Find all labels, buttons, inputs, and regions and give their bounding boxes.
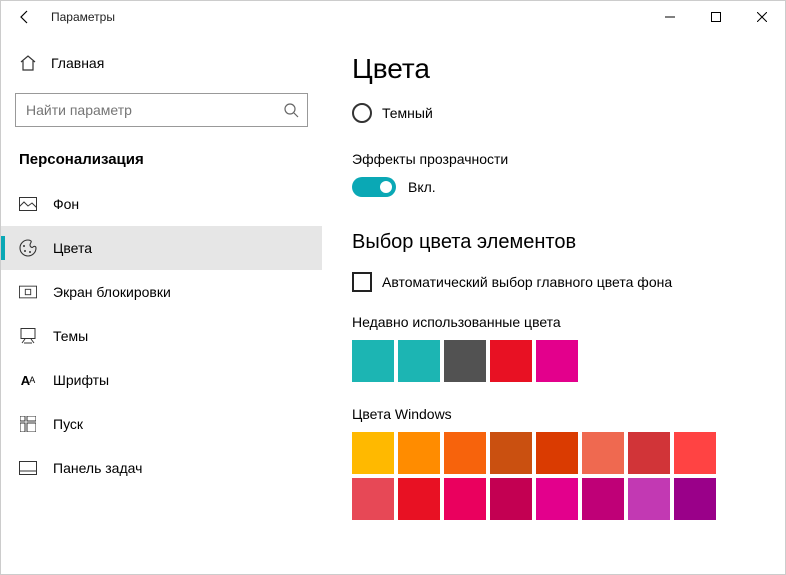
color-swatch[interactable] (490, 340, 532, 382)
sidebar-item-label: Цвета (53, 240, 92, 256)
sidebar-item-label: Фон (53, 196, 79, 212)
color-swatch[interactable] (674, 478, 716, 520)
toggle-state-label: Вкл. (408, 179, 436, 195)
color-swatch[interactable] (444, 432, 486, 474)
color-swatch[interactable] (674, 432, 716, 474)
color-swatch[interactable] (352, 432, 394, 474)
sidebar-home-label: Главная (51, 55, 104, 71)
accent-section-title: Выбор цвета элементов (352, 231, 785, 254)
theme-dark-radio[interactable]: Темный (352, 103, 785, 123)
search-input[interactable] (26, 102, 283, 118)
maximize-button[interactable] (693, 1, 739, 33)
sidebar-home[interactable]: Главная (1, 43, 322, 83)
taskbar-icon (19, 459, 37, 477)
page-title: Цвета (352, 53, 785, 85)
color-swatch[interactable] (628, 478, 670, 520)
color-swatch[interactable] (352, 478, 394, 520)
start-icon (19, 415, 37, 433)
search-box[interactable] (15, 93, 308, 127)
fonts-icon: AA (19, 371, 37, 389)
home-icon (19, 54, 37, 72)
windows-colors-label: Цвета Windows (352, 406, 785, 422)
color-swatch[interactable] (352, 340, 394, 382)
color-swatch[interactable] (582, 432, 624, 474)
color-swatch[interactable] (444, 478, 486, 520)
sidebar-category-title: Персонализация (1, 127, 322, 182)
sidebar-item-background[interactable]: Фон (1, 182, 322, 226)
windows-colors-row2 (352, 478, 785, 520)
search-icon (283, 102, 299, 118)
transparency-label: Эффекты прозрачности (352, 151, 785, 167)
sidebar-item-label: Экран блокировки (53, 284, 171, 300)
color-swatch[interactable] (582, 478, 624, 520)
color-swatch[interactable] (490, 432, 532, 474)
transparency-toggle[interactable] (352, 177, 396, 197)
color-swatch[interactable] (536, 432, 578, 474)
sidebar-item-label: Шрифты (53, 372, 109, 388)
recent-colors-row (352, 340, 785, 382)
back-button[interactable] (1, 1, 49, 33)
color-swatch[interactable] (628, 432, 670, 474)
close-button[interactable] (739, 1, 785, 33)
sidebar-item-label: Темы (53, 328, 88, 344)
color-swatch[interactable] (398, 478, 440, 520)
sidebar-item-lockscreen[interactable]: Экран блокировки (1, 270, 322, 314)
sidebar-item-fonts[interactable]: AA Шрифты (1, 358, 322, 402)
color-swatch[interactable] (536, 478, 578, 520)
sidebar-item-start[interactable]: Пуск (1, 402, 322, 446)
window-title: Параметры (49, 10, 115, 24)
checkbox-icon (352, 272, 372, 292)
recent-colors-label: Недавно использованные цвета (352, 314, 785, 330)
sidebar-item-colors[interactable]: Цвета (1, 226, 322, 270)
radio-icon (352, 103, 372, 123)
palette-icon (19, 239, 37, 257)
windows-colors-row1 (352, 432, 785, 474)
color-swatch[interactable] (536, 340, 578, 382)
titlebar: Параметры (1, 1, 785, 33)
minimize-button[interactable] (647, 1, 693, 33)
picture-icon (19, 195, 37, 213)
color-swatch[interactable] (490, 478, 532, 520)
color-swatch[interactable] (444, 340, 486, 382)
main-content: Цвета Темный Эффекты прозрачности Вкл. В… (322, 33, 785, 574)
radio-label: Темный (382, 105, 433, 121)
lockscreen-icon (19, 283, 37, 301)
checkbox-label: Автоматический выбор главного цвета фона (382, 274, 672, 290)
color-swatch[interactable] (398, 340, 440, 382)
sidebar-item-themes[interactable]: Темы (1, 314, 322, 358)
sidebar: Главная Персонализация Фон Цвета Э (1, 33, 322, 574)
sidebar-item-label: Пуск (53, 416, 83, 432)
sidebar-item-taskbar[interactable]: Панель задач (1, 446, 322, 490)
sidebar-item-label: Панель задач (53, 460, 142, 476)
auto-accent-checkbox-row[interactable]: Автоматический выбор главного цвета фона (352, 272, 785, 292)
color-swatch[interactable] (398, 432, 440, 474)
themes-icon (19, 327, 37, 345)
